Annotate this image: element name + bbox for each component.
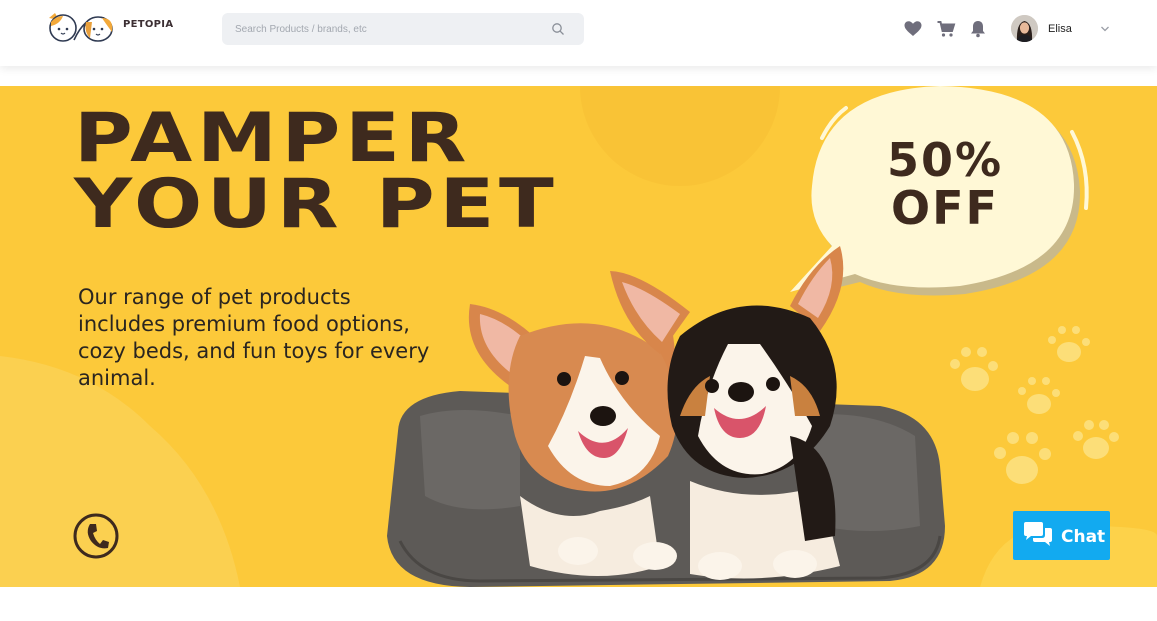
chat-label: Chat — [1061, 527, 1106, 547]
phone-icon[interactable] — [72, 512, 120, 560]
banner-description: Our range of pet products includes premi… — [78, 285, 430, 390]
discount-offer: 50% OFF — [850, 136, 1040, 232]
search-input[interactable] — [222, 13, 552, 45]
user-name[interactable]: Elisa — [1048, 23, 1072, 35]
chat-bubbles-icon — [1024, 522, 1052, 546]
bell-icon[interactable] — [968, 19, 988, 39]
chevron-down-icon[interactable] — [1099, 23, 1111, 35]
avatar-image — [1011, 15, 1038, 42]
heart-icon[interactable] — [903, 19, 923, 39]
chat-button[interactable]: Chat — [1013, 511, 1110, 560]
search-icon[interactable] — [551, 22, 565, 36]
brand-name: PETOPIA — [123, 19, 174, 30]
top-header: PETOPIA Elisa — [0, 0, 1157, 66]
petopia-logo[interactable] — [46, 10, 116, 44]
search-bar — [222, 13, 584, 45]
cart-icon[interactable] — [936, 19, 956, 39]
paw-prints-decoration — [950, 326, 1119, 484]
user-avatar[interactable] — [1011, 15, 1038, 42]
banner-headline: PAMPER YOUR PET — [74, 99, 688, 244]
headline-line-1: PAMPER — [74, 99, 472, 178]
promo-banner[interactable]: PAMPER YOUR PET Our range of pet product… — [0, 86, 1157, 587]
headline-line-2: YOUR PET — [74, 165, 559, 244]
offer-percent: 50% — [886, 133, 1004, 187]
offer-off: OFF — [891, 181, 999, 235]
